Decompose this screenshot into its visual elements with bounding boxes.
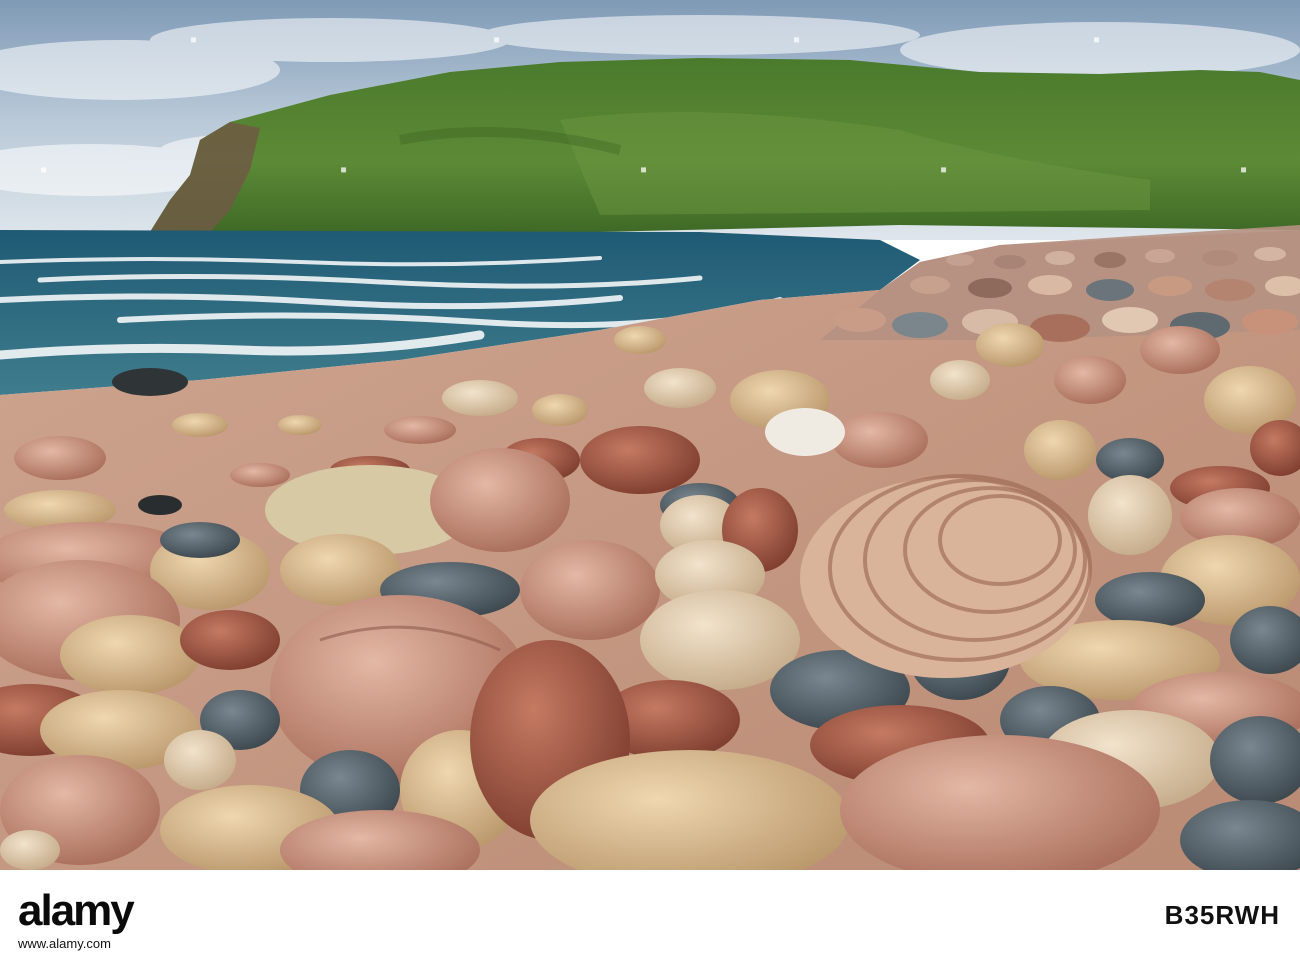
watermark-mark: ▪ [40,159,48,181]
watermark-mark: ▪ [1093,29,1101,51]
watermark-mark: ▪ [1240,159,1248,181]
landscape-scene [0,0,1300,870]
image-code: B35RWH [1164,900,1280,930]
watermark-mark: ▪ [940,159,948,181]
watermark-mark: ▪ [793,29,801,51]
watermark-mark: ▪ [493,29,501,51]
watermark-mark: ▪ [640,159,648,181]
beach-photo: ▪ ▪ ▪ ▪ ▪ ▪ ▪ ▪ ▪ [0,0,1300,870]
logo-text: alamy [18,886,135,935]
watermark-footer: alamy www.alamy.com B35RWH [0,870,1300,960]
site-url: www.alamy.com [18,936,111,951]
alamy-logo: alamy [18,886,135,936]
watermark-mark: ▪ [340,159,348,181]
watermark-mark: ▪ [190,29,198,51]
